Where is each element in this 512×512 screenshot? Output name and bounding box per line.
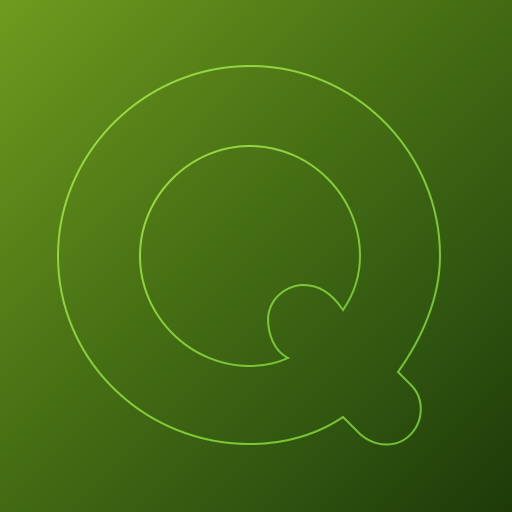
q-outer-outline (56, 64, 442, 446)
q-inner-outline (138, 144, 362, 368)
q-letter-logo-icon (56, 64, 442, 446)
app-icon-tile (0, 0, 512, 512)
